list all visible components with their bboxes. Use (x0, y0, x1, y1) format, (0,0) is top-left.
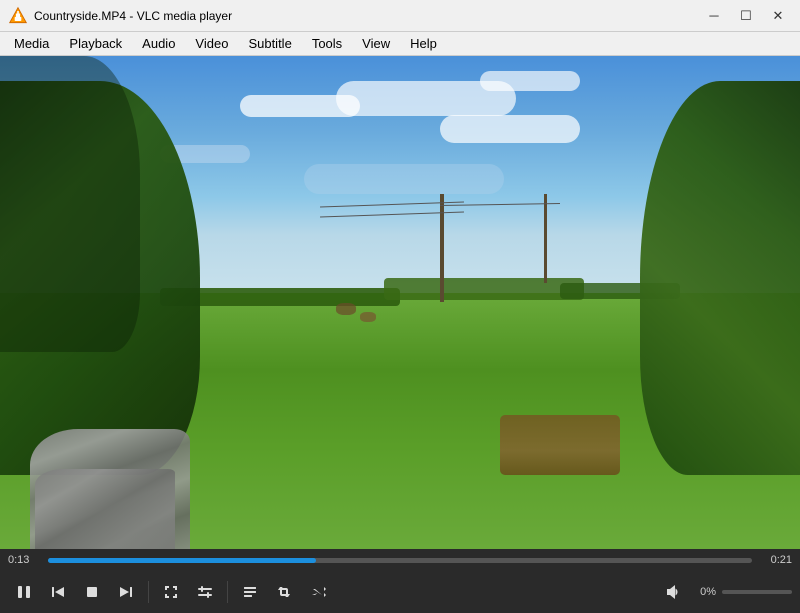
ploughed-earth (500, 415, 620, 475)
extended-settings-button[interactable] (189, 576, 221, 608)
volume-button[interactable] (664, 583, 682, 601)
menu-bar: MediaPlaybackAudioVideoSubtitleToolsView… (0, 32, 800, 56)
menu-item-view[interactable]: View (352, 34, 400, 53)
progress-fill (48, 558, 316, 563)
skip-back-button[interactable] (42, 576, 74, 608)
time-total: 0:21 (760, 554, 792, 566)
volume-icon (664, 583, 682, 601)
shuffle-button[interactable] (302, 576, 334, 608)
skip-back-icon (50, 584, 66, 600)
buttons-row: 0% (0, 571, 800, 613)
close-button[interactable]: ✕ (764, 6, 792, 26)
video-canvas (0, 56, 800, 549)
volume-label: 0% (688, 586, 716, 598)
tree-left-extra (0, 56, 140, 352)
stone-wall-detail (35, 469, 175, 549)
volume-track[interactable] (722, 590, 792, 594)
menu-item-media[interactable]: Media (4, 34, 59, 53)
vlc-logo-icon (8, 6, 28, 26)
progress-track[interactable] (48, 558, 752, 563)
loop-button[interactable] (268, 576, 300, 608)
skip-forward-icon (118, 584, 134, 600)
extended-settings-icon (197, 584, 213, 600)
pole-2 (544, 194, 547, 283)
progress-area: 0:13 0:21 (0, 549, 800, 571)
cloud-3 (440, 115, 580, 143)
loop-icon (276, 584, 292, 600)
menu-item-video[interactable]: Video (185, 34, 238, 53)
menu-item-audio[interactable]: Audio (132, 34, 185, 53)
tree-right (640, 81, 800, 475)
volume-area: 0% (664, 583, 792, 601)
playlist-icon (242, 584, 258, 600)
fullscreen-icon (163, 584, 179, 600)
fullscreen-button[interactable] (155, 576, 187, 608)
play-pause-button[interactable] (8, 576, 40, 608)
menu-item-playback[interactable]: Playback (59, 34, 132, 53)
cloud-4 (480, 71, 580, 91)
cloud-6 (304, 164, 504, 194)
control-bar: 0:13 0:21 (0, 549, 800, 613)
hedge-2 (384, 278, 584, 300)
stop-icon (84, 584, 100, 600)
window-title: Countryside.MP4 - VLC media player (34, 9, 700, 23)
cattle-hint (336, 303, 356, 315)
separator-2 (227, 581, 228, 603)
skip-forward-button[interactable] (110, 576, 142, 608)
pole-1 (440, 194, 444, 302)
cattle-hint-2 (360, 312, 376, 322)
shuffle-icon (310, 584, 326, 600)
menu-item-help[interactable]: Help (400, 34, 447, 53)
window-controls: ─ ☐ ✕ (700, 6, 792, 26)
title-bar: Countryside.MP4 - VLC media player ─ ☐ ✕ (0, 0, 800, 32)
minimize-button[interactable]: ─ (700, 6, 728, 26)
separator-1 (148, 581, 149, 603)
playlist-button[interactable] (234, 576, 266, 608)
stop-button[interactable] (76, 576, 108, 608)
time-current: 0:13 (8, 554, 40, 566)
menu-item-tools[interactable]: Tools (302, 34, 352, 53)
menu-item-subtitle[interactable]: Subtitle (238, 34, 301, 53)
pause-icon (16, 584, 32, 600)
video-area[interactable] (0, 56, 800, 549)
maximize-button[interactable]: ☐ (732, 6, 760, 26)
